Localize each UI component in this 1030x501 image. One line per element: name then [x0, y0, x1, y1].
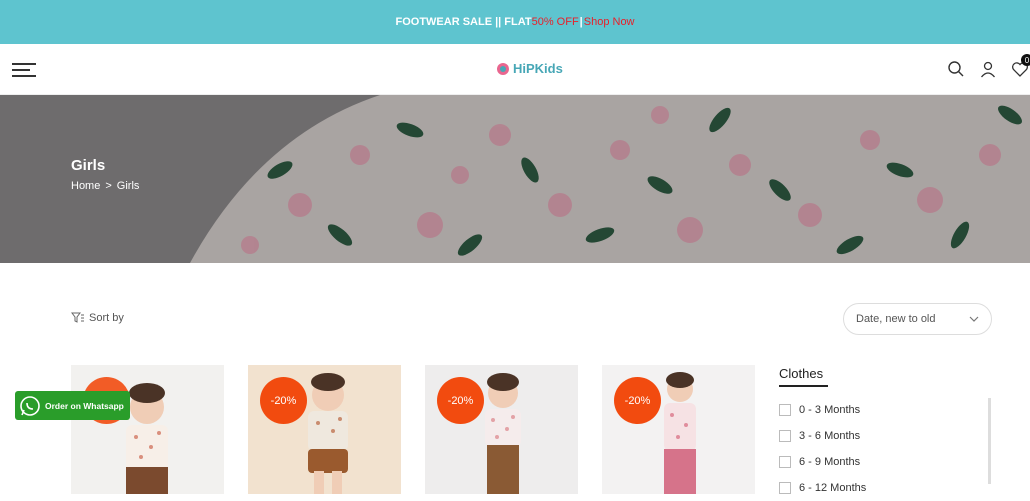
breadcrumb: Home > Girls	[71, 180, 139, 192]
sort-select[interactable]: Date, new to old	[843, 303, 992, 335]
product-card[interactable]	[71, 365, 224, 494]
category-banner: Girls Home > Girls	[0, 95, 1030, 263]
checkbox[interactable]	[779, 404, 791, 416]
product-card[interactable]: -20%	[602, 365, 755, 494]
promo-text: FOOTWEAR SALE || FLAT	[395, 16, 532, 28]
breadcrumb-home[interactable]: Home	[71, 180, 100, 192]
product-card[interactable]: -20%	[248, 365, 401, 494]
search-icon[interactable]	[946, 58, 966, 80]
breadcrumb-separator: >	[105, 180, 112, 192]
wishlist-icon[interactable]: 0	[1010, 54, 1030, 80]
checkbox[interactable]	[779, 456, 791, 468]
shop-now-link[interactable]: Shop Now	[584, 16, 635, 28]
filter-option-label: 6 - 12 Months	[799, 482, 867, 494]
discount-badge: -20%	[437, 377, 484, 424]
checkbox[interactable]	[779, 430, 791, 442]
floral-banner-image	[0, 95, 1030, 263]
filter-option[interactable]: 6 - 12 Months	[779, 475, 994, 501]
filter-panel: Clothes 0 - 3 Months 3 - 6 Months 6 - 9 …	[779, 366, 994, 501]
filter-option[interactable]: 0 - 3 Months	[779, 397, 994, 423]
page-title: Girls	[71, 157, 106, 174]
site-header: HiPKids 0	[0, 44, 1030, 95]
header-icons: 0	[946, 54, 1030, 80]
filter-option[interactable]: 6 - 9 Months	[779, 449, 994, 475]
filter-icon	[71, 312, 84, 323]
filter-option[interactable]: 3 - 6 Months	[779, 423, 994, 449]
sort-toggle[interactable]: Sort by	[71, 312, 124, 324]
product-card[interactable]: -20%	[425, 365, 578, 494]
logo-text: HiPKids	[513, 61, 563, 76]
sort-label: Sort by	[89, 312, 124, 324]
promo-bar: FOOTWEAR SALE || FLAT 50% OFF | Shop Now	[0, 0, 1030, 44]
discount-badge: -20%	[260, 377, 307, 424]
filter-title: Clothes	[779, 366, 824, 381]
chevron-down-icon	[969, 316, 979, 322]
site-logo[interactable]: HiPKids	[496, 61, 563, 76]
filter-scrollbar[interactable]	[988, 398, 991, 484]
filter-option-label: 0 - 3 Months	[799, 404, 861, 416]
logo-mark-icon	[497, 62, 509, 75]
sort-value: Date, new to old	[856, 313, 936, 325]
filter-option-label: 3 - 6 Months	[799, 430, 861, 442]
whatsapp-label: Order on Whatsapp	[45, 400, 124, 411]
filter-option-label: 6 - 9 Months	[799, 456, 861, 468]
breadcrumb-current: Girls	[116, 180, 140, 192]
promo-separator: |	[579, 16, 583, 28]
whatsapp-icon	[20, 395, 40, 416]
filter-title-underline	[779, 385, 828, 387]
checkbox[interactable]	[779, 482, 791, 494]
menu-icon[interactable]	[12, 63, 36, 77]
wishlist-count-badge: 0	[1021, 54, 1030, 66]
discount-badge: -20%	[614, 377, 661, 424]
account-icon[interactable]	[978, 58, 998, 80]
promo-discount: 50% OFF	[531, 16, 579, 28]
whatsapp-order-button[interactable]: Order on Whatsapp	[15, 391, 130, 420]
